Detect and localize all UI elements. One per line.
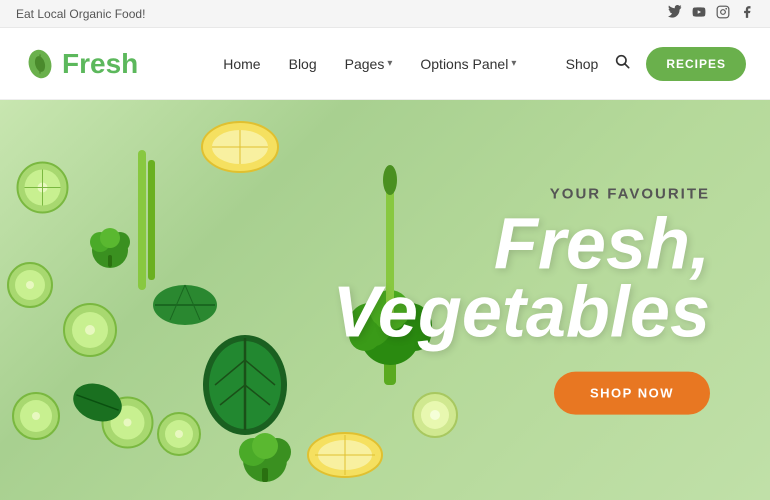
nav-shop[interactable]: Shop <box>566 56 599 72</box>
hero-subtitle: YOUR FAVOURITE <box>332 186 710 203</box>
small-leaf-1 <box>70 380 125 425</box>
shop-now-button[interactable]: SHOP NOW <box>554 371 710 414</box>
logo-leaf-icon <box>24 48 56 80</box>
cucumber-slice-bottom-2 <box>155 410 203 458</box>
options-dropdown-icon: ▾ <box>511 58 516 69</box>
nav-home[interactable]: Home <box>223 56 260 72</box>
hero-title-line2: Vegetables <box>332 279 710 347</box>
header: Fresh Home Blog Pages ▾ Options Panel ▾ … <box>0 28 770 100</box>
social-icons <box>668 5 754 22</box>
logo-text: Fresh <box>62 48 138 80</box>
youtube-icon[interactable] <box>692 5 706 22</box>
hero-section: YOUR FAVOURITE Fresh, Vegetables SHOP NO… <box>0 100 770 500</box>
nav-blog[interactable]: Blog <box>289 56 317 72</box>
hero-title: Fresh, Vegetables <box>332 211 710 348</box>
search-button[interactable] <box>614 53 630 74</box>
cucumber-slice-4 <box>10 390 62 442</box>
twitter-icon[interactable] <box>668 5 682 22</box>
facebook-icon[interactable] <box>740 5 754 22</box>
instagram-icon[interactable] <box>716 5 730 22</box>
nav-right: Shop RECIPES <box>566 47 746 81</box>
lemon-slice-bottom <box>305 430 385 480</box>
cucumber-slice-2 <box>5 260 55 310</box>
hero-title-line1: Fresh, <box>332 211 710 279</box>
cucumber-slice-3 <box>60 300 120 360</box>
recipes-button[interactable]: RECIPES <box>646 47 746 81</box>
cucumber-slice-1 <box>15 160 70 215</box>
nav-options-panel[interactable]: Options Panel ▾ <box>420 56 516 72</box>
hero-text-block: YOUR FAVOURITE Fresh, Vegetables SHOP NO… <box>332 186 710 415</box>
main-nav: Home Blog Pages ▾ Options Panel ▾ <box>174 56 566 72</box>
parsley-2 <box>235 430 295 485</box>
parsley-1 <box>85 220 135 270</box>
lemon-slice-1 <box>200 120 280 175</box>
green-leaf-1 <box>150 280 220 330</box>
spinach-leaf <box>200 330 290 440</box>
logo[interactable]: Fresh <box>24 48 174 80</box>
tagline: Eat Local Organic Food! <box>16 7 145 21</box>
pages-dropdown-icon: ▾ <box>387 58 392 69</box>
top-bar: Eat Local Organic Food! <box>0 0 770 28</box>
nav-pages[interactable]: Pages ▾ <box>345 56 393 72</box>
